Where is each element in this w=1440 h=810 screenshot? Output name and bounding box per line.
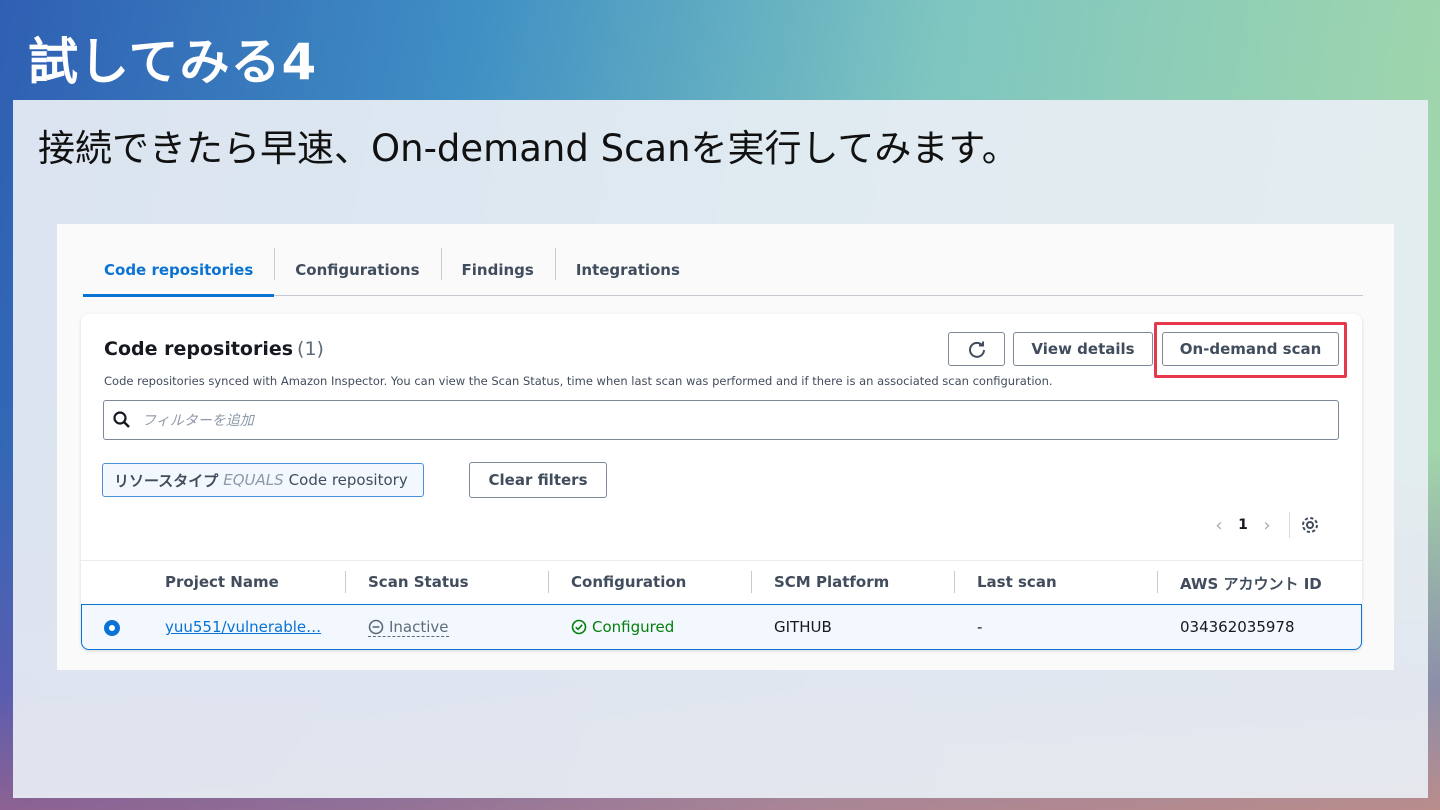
clear-filters-button[interactable]: Clear filters: [469, 462, 607, 498]
pagination: ‹ 1 ›: [1205, 512, 1322, 538]
scm-platform-cell: GITHUB: [774, 618, 832, 636]
filter-token[interactable]: リソースタイプ EQUALS Code repository: [102, 463, 424, 497]
inspector-console: Code repositories Configurations Finding…: [57, 224, 1394, 670]
configuration-status: Configured: [571, 618, 674, 636]
tab-findings[interactable]: Findings: [440, 244, 555, 296]
highlight-box: [1154, 322, 1347, 378]
pagination-divider: [1289, 512, 1290, 538]
search-input[interactable]: フィルターを追加: [103, 400, 1339, 440]
search-placeholder: フィルターを追加: [142, 413, 254, 429]
search-icon: [112, 409, 134, 431]
column-divider: [954, 571, 955, 593]
check-circle-icon: [571, 619, 587, 635]
filter-token-value: Code repository: [288, 471, 408, 489]
scan-status-text: Inactive: [389, 618, 449, 636]
row-radio-button[interactable]: [104, 620, 120, 636]
filter-token-key: リソースタイプ: [114, 471, 219, 490]
container-title: Code repositories (1): [104, 338, 324, 360]
column-header-project-name[interactable]: Project Name: [165, 573, 279, 591]
configuration-status-text: Configured: [592, 618, 675, 636]
gear-icon[interactable]: [1300, 514, 1322, 536]
tab-bar: Code repositories Configurations Finding…: [83, 244, 1363, 297]
code-repositories-container: Code repositories (1) Code repositories s…: [81, 314, 1362, 650]
column-divider: [1157, 571, 1158, 593]
chevron-left-icon[interactable]: ‹: [1205, 515, 1233, 536]
filter-token-operator: EQUALS: [223, 471, 284, 489]
column-header-configuration[interactable]: Configuration: [571, 573, 686, 591]
column-header-scan-status[interactable]: Scan Status: [368, 573, 469, 591]
project-name-link[interactable]: yuu551/vulnerable…: [165, 618, 321, 636]
column-divider: [548, 571, 549, 593]
table-header: Project Name Scan Status Configuration S…: [81, 560, 1362, 604]
tab-code-repositories[interactable]: Code repositories: [83, 244, 275, 297]
container-title-text: Code repositories: [104, 338, 294, 360]
column-divider: [751, 571, 752, 593]
repository-count: (1): [297, 338, 324, 360]
slide-title: 試してみる4: [28, 33, 318, 91]
tab-integrations[interactable]: Integrations: [554, 244, 701, 296]
table-row[interactable]: yuu551/vulnerable… Inactive Configured G…: [81, 604, 1362, 650]
view-details-button[interactable]: View details: [1013, 332, 1153, 366]
refresh-button[interactable]: [948, 332, 1005, 366]
container-description: Code repositories synced with Amazon Ins…: [104, 374, 1053, 388]
column-divider: [345, 571, 346, 593]
refresh-icon: [968, 341, 985, 358]
slide-subtitle: 接続できたら早速、On-demand Scanを実行してみます。: [38, 127, 1019, 170]
tab-configurations[interactable]: Configurations: [274, 244, 440, 296]
last-scan-cell: -: [977, 618, 983, 636]
scan-status: Inactive: [368, 618, 449, 637]
column-header-last-scan[interactable]: Last scan: [977, 573, 1057, 591]
page-number[interactable]: 1: [1233, 517, 1253, 533]
column-header-scm-platform[interactable]: SCM Platform: [774, 573, 889, 591]
account-id-cell: 034362035978: [1180, 618, 1295, 636]
chevron-right-icon[interactable]: ›: [1253, 515, 1281, 536]
inactive-status-icon: [368, 619, 384, 635]
column-header-account-id[interactable]: AWS アカウント ID: [1180, 573, 1322, 594]
